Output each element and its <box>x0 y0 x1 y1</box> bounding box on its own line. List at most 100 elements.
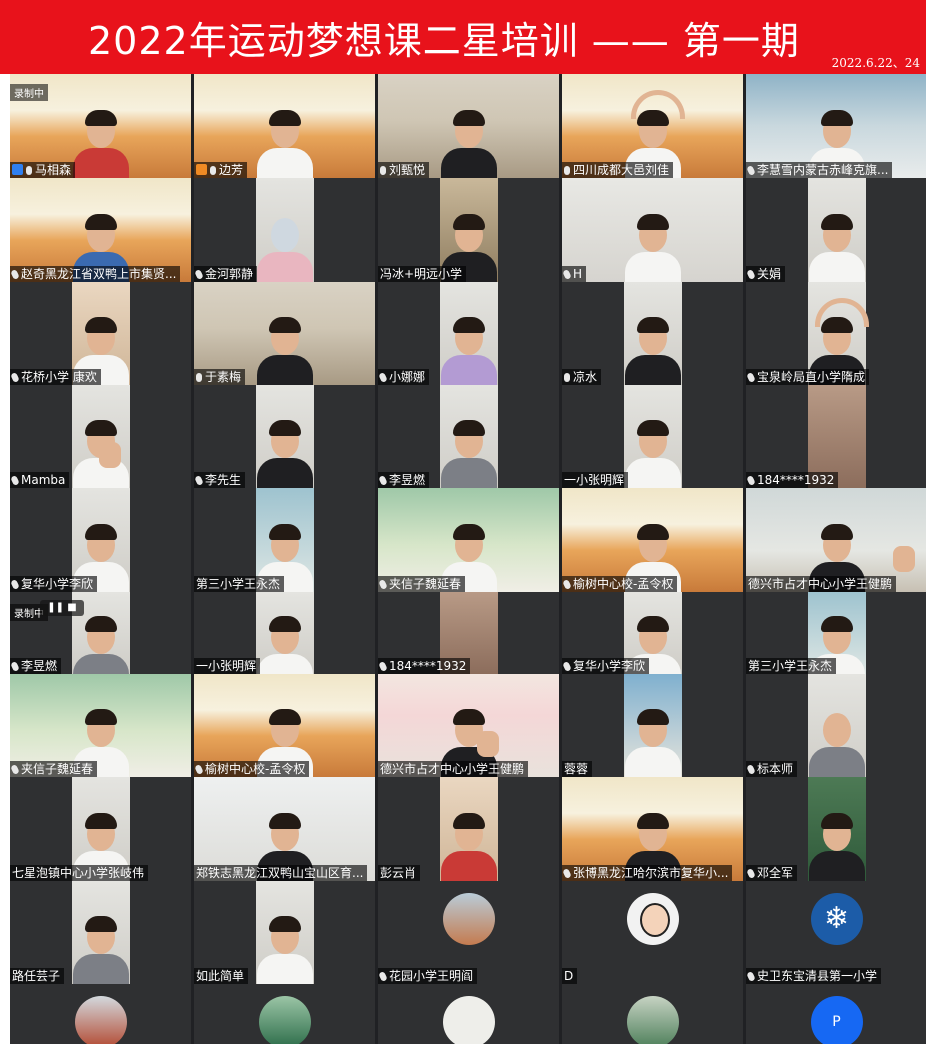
video-tile[interactable]: 凉水 <box>562 282 743 385</box>
participant-name: 关娟 <box>746 266 786 282</box>
video-tile[interactable]: 关娟 <box>746 178 926 282</box>
participant-name: 184****1932 <box>746 472 839 488</box>
participant-name: 德兴市占才中心小学王健鹏 <box>378 761 529 777</box>
video-tile[interactable]: 张博黑龙江哈尔滨市复华小... <box>562 777 743 881</box>
video-tile[interactable]: 路任芸子 <box>10 881 191 984</box>
video-tile[interactable]: 彭云肖 <box>378 777 559 881</box>
participant-name: 榆树中心校-孟令权 <box>194 761 310 777</box>
video-tile[interactable]: 郑铁志黑龙江双鸭山宝山区育... <box>194 777 375 881</box>
mic-muted-icon <box>10 661 20 672</box>
video-tile[interactable]: 复华小学李欣 <box>562 592 743 674</box>
participant-name: 彭云肖 <box>378 865 421 881</box>
mic-muted-icon <box>562 868 572 879</box>
video-tile[interactable]: 榆树中心校-孟令权 <box>562 488 743 592</box>
participant-name: 李昱燃 <box>378 472 430 488</box>
mic-muted-icon <box>194 475 204 486</box>
video-tile[interactable]: 宝泉岭局直小学隋成 <box>746 282 926 385</box>
mic-muted-icon <box>746 971 756 982</box>
avatar <box>626 893 679 945</box>
video-tile[interactable]: 184****1932 <box>746 385 926 488</box>
video-tile[interactable]: 于素梅 <box>194 282 375 385</box>
avatar: ❄ <box>810 893 863 945</box>
participant-name: 一小张明辉 <box>562 472 629 488</box>
participant-name: 刘甄悦 <box>378 162 430 178</box>
mic-muted-icon <box>378 971 388 982</box>
mic-muted-icon <box>10 372 20 383</box>
participant-name: 第三小学王永杰 <box>746 658 837 674</box>
video-tile[interactable]: 李昱燃 <box>378 385 559 488</box>
participant-name: 李昱燃 <box>10 658 62 674</box>
avatar <box>258 996 311 1044</box>
video-tile[interactable]: 赵奇黑龙江省双鸭上市集贤... <box>10 178 191 282</box>
participant-name: 德兴市占才中心小学王健鹏 <box>746 576 897 592</box>
video-tile[interactable]: 刘甄悦 <box>378 74 559 178</box>
video-tile[interactable]: 复华小学李欣 <box>10 488 191 592</box>
participant-name: 马相森 <box>10 162 76 178</box>
video-tile[interactable]: 一小张明辉 <box>562 385 743 488</box>
participant-name: H <box>562 266 587 282</box>
video-tile[interactable]: 第三小学王永杰 <box>194 488 375 592</box>
video-tile[interactable]: 四川成都大邑刘佳 <box>562 74 743 178</box>
mic-muted-icon <box>10 764 20 775</box>
participant-name: 小娜娜 <box>378 369 430 385</box>
participant-name: 赵奇黑龙江省双鸭上市集贤... <box>10 266 181 282</box>
participant-name: 夹信子魏延春 <box>10 761 98 777</box>
video-tile[interactable] <box>562 984 743 1044</box>
avatar <box>74 996 127 1044</box>
video-tile[interactable]: D <box>562 881 743 984</box>
participant-name: 宝泉岭局直小学隋成 <box>746 369 870 385</box>
participant-name: 邓全军 <box>746 865 798 881</box>
participant-name: 四川成都大邑刘佳 <box>562 162 674 178</box>
video-tile[interactable]: 标本师 <box>746 674 926 777</box>
video-tile[interactable] <box>378 984 559 1044</box>
participant-name: 李先生 <box>194 472 246 488</box>
mic-muted-icon <box>746 475 756 486</box>
video-tile[interactable]: 花园小学王明阎 <box>378 881 559 984</box>
participant-name: 郑铁志黑龙江双鸭山宝山区育... <box>194 865 368 881</box>
video-tile[interactable]: P <box>746 984 926 1044</box>
participant-name: 榆树中心校-孟令权 <box>562 576 678 592</box>
mic-muted-icon <box>10 579 20 590</box>
video-tile[interactable]: 邓全军 <box>746 777 926 881</box>
participant-name: 第三小学王永杰 <box>194 576 285 592</box>
video-tile[interactable] <box>194 984 375 1044</box>
video-tile[interactable]: H <box>562 178 743 282</box>
mic-muted-icon <box>194 269 204 280</box>
video-tile[interactable]: 边芳 <box>194 74 375 178</box>
snowflake-icon: ❄ <box>823 901 850 936</box>
video-tile[interactable]: Mamba <box>10 385 191 488</box>
participant-name: 184****1932 <box>378 658 471 674</box>
video-tile[interactable]: 小娜娜 <box>378 282 559 385</box>
stop-icon[interactable]: ■ <box>67 602 76 613</box>
video-tile[interactable]: 李慧雪内蒙古赤峰克旗... <box>746 74 926 178</box>
thumbs-up-gesture <box>477 731 499 757</box>
pause-icon[interactable]: ❚❚ <box>47 602 64 613</box>
video-tile[interactable]: 一小张明辉 <box>194 592 375 674</box>
video-tile[interactable]: 第三小学王永杰 <box>746 592 926 674</box>
video-tile[interactable]: 冯冰+明远小学 <box>378 178 559 282</box>
mic-muted-icon <box>746 868 756 879</box>
video-tile[interactable]: 夹信子魏延春 <box>378 488 559 592</box>
recording-controls[interactable]: ❚❚ ■ <box>40 600 84 616</box>
cohost-icon <box>196 164 207 175</box>
video-tile[interactable]: 花桥小学 康欢 <box>10 282 191 385</box>
video-tile[interactable]: 七星泡镇中心小学张岐伟 <box>10 777 191 881</box>
video-tile[interactable]: 184****1932 <box>378 592 559 674</box>
participant-name: 张博黑龙江哈尔滨市复华小... <box>562 865 733 881</box>
video-tile[interactable]: 夹信子魏延春 <box>10 674 191 777</box>
video-tile[interactable]: 录制中 马相森 <box>10 74 191 178</box>
video-tile[interactable]: 德兴市占才中心小学王健鹏 <box>746 488 926 592</box>
video-tile[interactable]: 金河郭静 <box>194 178 375 282</box>
mic-muted-icon <box>378 372 388 383</box>
video-tile[interactable]: 如此简单 <box>194 881 375 984</box>
video-tile[interactable] <box>10 984 191 1044</box>
video-tile[interactable]: 蓉蓉 <box>562 674 743 777</box>
video-tile[interactable]: 录制中 ❚❚ ■ 李昱燃 <box>10 592 191 674</box>
video-tile[interactable]: 榆树中心校-孟令权 <box>194 674 375 777</box>
video-tile[interactable]: ❄ 史卫东宝清县第一小学 <box>746 881 926 984</box>
mic-muted-icon <box>746 269 756 280</box>
mic-muted-icon <box>746 764 756 775</box>
video-tile[interactable]: 李先生 <box>194 385 375 488</box>
video-tile[interactable]: 德兴市占才中心小学王健鹏 <box>378 674 559 777</box>
participant-name: 于素梅 <box>194 369 246 385</box>
